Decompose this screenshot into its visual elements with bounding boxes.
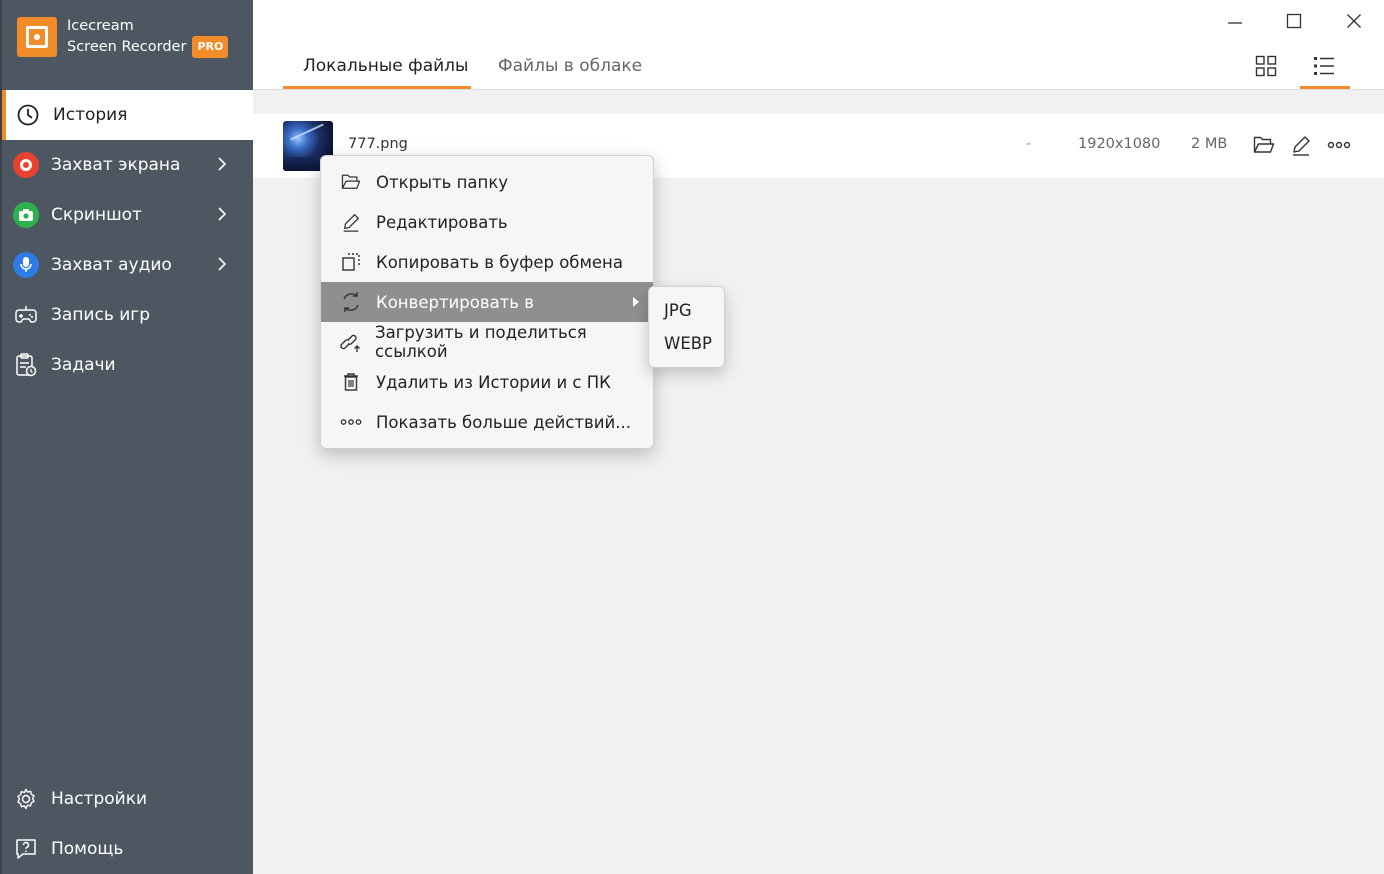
close-icon (1347, 14, 1361, 28)
sidebar-item-game-recording[interactable]: Запись игр (2, 290, 253, 340)
app-name-line1: Icecream (67, 18, 134, 34)
upload-link-icon (339, 330, 362, 354)
list-view-icon (1314, 57, 1334, 75)
submenu-item-webp[interactable]: WEBP (649, 327, 724, 359)
copy-icon (339, 250, 363, 274)
context-menu: Открыть папку Редактировать Копировать в… (320, 155, 654, 449)
pro-badge: PRO (192, 36, 229, 58)
sidebar-item-label: Захват аудио (51, 255, 172, 275)
menu-item-edit[interactable]: Редактировать (321, 202, 653, 242)
minimize-icon (1228, 22, 1242, 24)
sidebar-item-history[interactable]: История (2, 90, 253, 140)
sidebar-item-label: Помощь (51, 839, 124, 859)
tab-label: Файлы в облаке (498, 56, 643, 76)
file-duration: - (1026, 136, 1032, 152)
menu-item-upload-share[interactable]: Загрузить и поделиться ссылкой (321, 322, 653, 362)
file-name: 777.png (348, 136, 408, 152)
active-tab-underline (283, 86, 471, 89)
menu-item-label: Загрузить и поделиться ссылкой (375, 323, 587, 361)
folder-icon (339, 170, 363, 194)
submenu-item-jpg[interactable]: JPG (649, 294, 724, 326)
more-icon (1327, 141, 1351, 149)
convert-icon (339, 290, 363, 314)
menu-item-label: Удалить из Истории и с ПК (376, 372, 611, 392)
chevron-right-icon (217, 255, 227, 278)
pencil-icon (1293, 136, 1310, 156)
microphone-icon (13, 252, 39, 278)
chevron-right-icon (217, 205, 227, 228)
maximize-icon (1286, 13, 1302, 29)
chevron-right-icon (217, 155, 227, 178)
file-resolution: 1920x1080 (1078, 136, 1161, 152)
maximize-button[interactable] (1279, 8, 1309, 34)
sidebar-item-help[interactable]: Помощь (2, 824, 253, 874)
folder-icon (1253, 136, 1275, 153)
menu-item-label: Редактировать (376, 212, 508, 232)
active-view-underline (1300, 86, 1350, 89)
menu-item-label: Открыть папку (376, 172, 509, 192)
app-name-line2: Screen Recorder (67, 39, 187, 55)
app-title: Icecream Screen Recorder PRO (67, 16, 229, 58)
grid-view-button[interactable] (1250, 50, 1282, 82)
close-button[interactable] (1339, 8, 1369, 34)
sidebar-item-label: История (53, 105, 128, 125)
file-size: 2 MB (1191, 136, 1228, 152)
sidebar-item-settings[interactable]: Настройки (2, 774, 253, 824)
minimize-button[interactable] (1220, 8, 1250, 34)
tab-label: Локальные файлы (303, 56, 469, 76)
more-icon (339, 410, 363, 434)
edit-button[interactable] (1288, 132, 1314, 158)
sidebar-item-label: Захват экрана (51, 155, 181, 175)
top-bar: Локальные файлы Файлы в облаке (253, 0, 1384, 90)
tab-cloud-files[interactable]: Файлы в облаке (498, 44, 648, 88)
menu-item-label: Копировать в буфер обмена (376, 252, 623, 272)
sidebar-item-label: Скриншот (51, 205, 142, 225)
sidebar: Icecream Screen Recorder PRO История Захв… (0, 0, 253, 874)
menu-item-copy-clipboard[interactable]: Копировать в буфер обмена (321, 242, 653, 282)
sidebar-item-label: Настройки (51, 789, 148, 809)
gear-icon (13, 786, 39, 812)
camera-icon (13, 202, 39, 228)
sidebar-item-tasks[interactable]: Задачи (2, 340, 253, 390)
menu-item-label: Показать больше действий... (376, 412, 631, 432)
convert-submenu: JPG WEBP (648, 286, 725, 368)
gamepad-icon (13, 302, 39, 328)
sidebar-item-audio-capture[interactable]: Захват аудио (2, 240, 253, 290)
sidebar-item-screenshot[interactable]: Скриншот (2, 190, 253, 240)
app-logo-icon (17, 17, 57, 57)
trash-icon (339, 370, 363, 394)
sidebar-item-label: Задачи (51, 355, 116, 375)
menu-item-open-folder[interactable]: Открыть папку (321, 162, 653, 202)
clock-icon (15, 102, 41, 128)
record-icon (13, 152, 39, 178)
more-actions-button[interactable] (1326, 132, 1352, 158)
tab-local-files[interactable]: Локальные файлы (283, 44, 471, 89)
submenu-arrow-icon (633, 297, 639, 307)
grid-view-icon (1255, 55, 1277, 77)
open-folder-button[interactable] (1251, 132, 1277, 158)
tasks-icon (13, 352, 39, 378)
pencil-icon (339, 210, 363, 234)
help-icon (13, 836, 39, 862)
sidebar-item-screen-capture[interactable]: Захват экрана (2, 140, 253, 190)
sidebar-item-label: Запись игр (51, 305, 151, 325)
menu-item-label: Конвертировать в (376, 292, 534, 312)
list-view-button[interactable] (1308, 50, 1340, 82)
menu-item-more-actions[interactable]: Показать больше действий... (321, 402, 653, 442)
menu-item-delete[interactable]: Удалить из Истории и с ПК (321, 362, 653, 402)
menu-item-convert-to[interactable]: Конвертировать в (321, 282, 653, 322)
